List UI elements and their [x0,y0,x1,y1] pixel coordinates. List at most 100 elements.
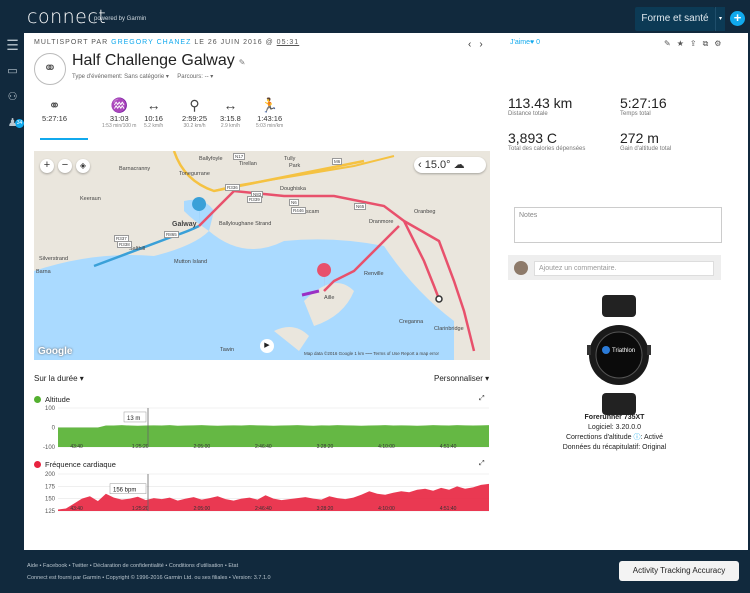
google-logo: Google [38,346,73,357]
gear-icon[interactable]: ⚙ [714,39,727,48]
stat-distance: 113.43 km Distance totale [508,95,573,117]
layers-icon[interactable]: ◈ [76,159,90,173]
x-tick-label: 4:51:40 [440,444,457,450]
device-name: Forerunner 735XT [584,414,645,421]
zoom-out-button[interactable]: − [58,159,72,173]
notes-field[interactable]: Notes [514,207,722,243]
tab-value: 31:03 [109,114,129,123]
map-label: Tirellan [239,161,257,167]
comment-input[interactable]: Ajoutez un commentaire. [534,261,714,276]
x-tick-label: 1:25:20 [132,444,149,450]
route-select[interactable]: Parcours: -- ▾ [177,74,213,80]
workspace-selector[interactable]: Forme et santé [635,7,715,31]
road-label: N17 [233,153,246,160]
tab-run[interactable]: 🏃 1:43:16 5:03 min/km [256,96,283,129]
share-icon[interactable]: ⇪ [690,39,703,48]
like-button[interactable]: J'aime♥ 0 [510,39,540,46]
event-type-select[interactable]: Type d'événement: Sans catégorie ▾ [72,74,169,80]
map-label: Dranmore [369,219,394,225]
prev-activity-icon[interactable]: ‹ [468,39,479,50]
map-label: Doughiska [280,186,306,192]
x-tick-label: 4:51:40 [440,506,457,512]
transition-icon: ↔ [223,97,238,113]
range-select[interactable]: Sur la durée ▾ [34,374,84,383]
weather-chevron-icon[interactable]: ‹ [418,159,422,171]
inbox-icon[interactable]: ▭ [6,65,19,78]
export-icon[interactable]: ⧉ [703,39,715,48]
watch-screen-text: Triathlon [612,348,635,354]
swim-icon: ♒ [110,97,128,113]
main-panel: MULTISPORT PAR GREGORY CHANEZ LE 26 JUIN… [24,33,748,550]
activity-title[interactable]: Half Challenge Galway ✎ [72,52,245,70]
side-nav: ☰ ▭ ⚇ 34 ♟ [0,33,24,550]
cloud-icon: ☁ [453,159,465,171]
altitude-legend-dot [34,396,41,403]
next-activity-icon[interactable]: › [479,39,490,50]
zoom-in-button[interactable]: + [40,159,54,173]
map-label: Barnacranny [119,166,151,172]
tab-transition[interactable]: ↔ 10:16 5.2 km/h [144,96,163,129]
footer-links[interactable]: Aide • Facebook • Twitter • Déclaration … [27,563,238,569]
connections-icon[interactable]: ⚇ [6,91,19,104]
weather-widget: ‹ 15.0° ☁ [414,157,486,173]
map-label: Clarinbridge [434,326,464,332]
map-canvas [34,151,490,360]
road-label: R446 [291,207,306,214]
activity-actions: ✎★⇪⧉⚙ [664,39,727,49]
y-tick-label: 0 [52,426,56,432]
run-icon: 🏃 [260,97,279,113]
map-label: Oranbeg [414,209,436,215]
menu-icon[interactable]: ☰ [6,38,19,52]
road-label: N6 [289,199,299,206]
y-tick-label: -100 [43,445,56,451]
edit-title-icon[interactable]: ✎ [239,58,246,67]
tab-bike[interactable]: ⚲ 2:59:25 30.2 km/h [182,96,207,129]
chevron-down-icon[interactable]: ▾ [715,7,725,31]
edit-icon[interactable]: ✎ [664,39,677,48]
tab-multisport[interactable]: ⚭ 5:27:16 [42,96,67,123]
activity-subtitle: Type d'événement: Sans catégorie ▾ Parco… [72,73,213,80]
expand-icon[interactable]: ⤢ [479,460,485,468]
x-tick-label: 4:10:00 [378,444,395,450]
activity-meta: MULTISPORT PAR GREGORY CHANEZ LE 26 JUIN… [34,39,300,46]
stat-time: 5:27:16 Temps total [620,95,667,117]
tab-value: 1:43:16 [257,114,283,123]
customize-select[interactable]: Personnaliser ▾ [434,374,489,383]
tab-value: 5:27:16 [42,114,68,123]
road-label: M6 [332,158,343,165]
x-tick-label: 4:10:00 [378,506,395,512]
y-tick-label: 100 [45,406,56,412]
map-label: Tonegurrane [179,171,210,177]
map-attribution[interactable]: Map data ©2016 Google 1 km ⎯⎯⎯ Terms of … [304,351,439,356]
device-software: Logiciel: 3.20.0.0 [588,424,641,431]
add-button[interactable]: + [730,11,745,26]
tab-subvalue: 1:53 min/100 m [102,123,137,129]
play-button[interactable]: ▶ [260,339,274,353]
y-tick-label: 150 [45,497,56,503]
series-area[interactable] [58,425,489,447]
avatar [514,261,528,275]
profile-icon[interactable]: ♟ [6,117,19,130]
x-tick-label: 2:05:00 [193,444,210,450]
activity-pager: ‹› [468,39,491,50]
transition-icon: ↔ [146,97,161,113]
map-label: Aille [324,295,335,301]
activity-tracking-accuracy-button[interactable]: Activity Tracking Accuracy [619,561,739,581]
favorite-icon[interactable]: ★ [677,39,690,48]
device-info: Forerunner 735XT Logiciel: 3.20.0.0 Corr… [508,413,721,453]
top-bar: connect powered by Garmin Forme et santé… [0,0,750,33]
altitude-chart[interactable]: 100 0 -100 43:40 1:25:20 2:05:00 2:46:40 3:28:2… [34,405,494,455]
expand-icon[interactable]: ⤢ [479,395,485,403]
road-label: R865 [164,231,179,238]
x-tick-label: 2:46:40 [255,506,272,512]
heart-rate-chart[interactable]: 200 175 150 125 43:40 1:25:20 2:05:00 2:46:40 3:… [34,471,494,519]
tab-value: 3:15.8 [220,114,241,123]
x-tick-label: 43:40 [70,444,83,450]
user-link[interactable]: GREGORY CHANEZ [111,39,191,46]
device-summary: Données du récapitulatif: Original [562,444,667,451]
route-map[interactable]: + − ◈ ‹ 15.0° ☁ Ballyfoyle Barnacranny Ton… [34,151,490,360]
map-label: Galway [172,221,197,228]
tab-swim[interactable]: ♒ 31:03 1:53 min/100 m [102,96,136,129]
comment-bar: Ajoutez un commentaire. [508,255,721,280]
tab-transition[interactable]: ↔ 3:15.8 2.9 km/h [220,96,241,129]
